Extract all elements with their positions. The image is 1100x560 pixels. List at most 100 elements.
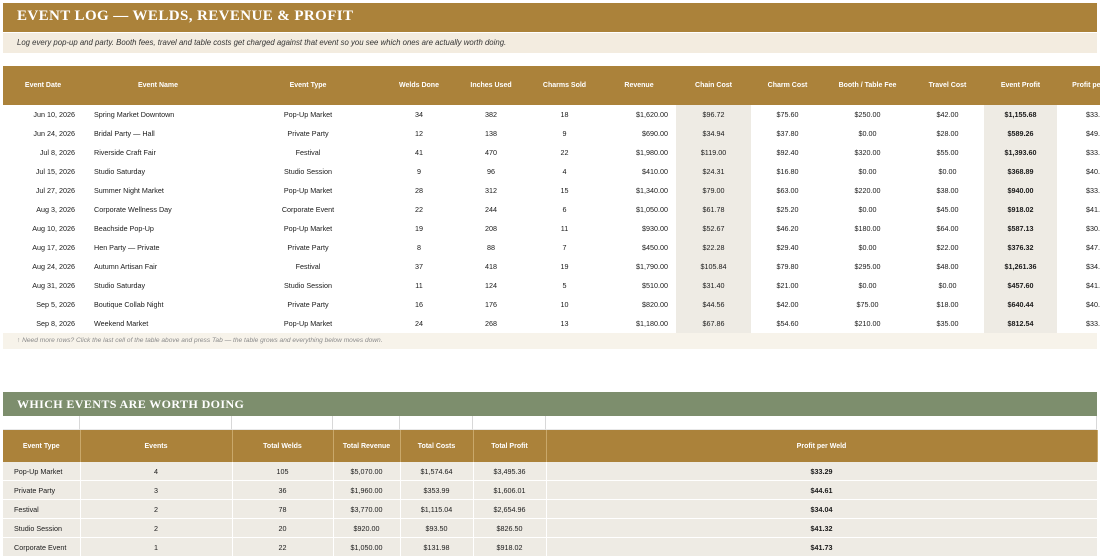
- table-cell[interactable]: Corporate Wellness Day: [83, 200, 233, 219]
- log-column-header[interactable]: Profit per Weld: [1057, 66, 1100, 105]
- table-cell[interactable]: 10: [527, 295, 602, 314]
- table-cell[interactable]: $450.00: [602, 238, 676, 257]
- table-cell[interactable]: 3: [80, 480, 233, 500]
- table-cell[interactable]: Jul 27, 2026: [3, 181, 83, 200]
- table-cell[interactable]: $376.32: [984, 238, 1057, 257]
- table-cell[interactable]: 244: [455, 200, 527, 219]
- summary-column-header[interactable]: Profit per Weld: [546, 430, 1098, 462]
- summary-column-header[interactable]: Total Costs: [400, 430, 474, 462]
- table-cell[interactable]: Autumn Artisan Fair: [83, 257, 233, 276]
- table-cell[interactable]: $16.80: [751, 162, 824, 181]
- table-cell[interactable]: $930.00: [602, 219, 676, 238]
- table-cell[interactable]: $21.00: [751, 276, 824, 295]
- table-cell[interactable]: $45.00: [911, 200, 984, 219]
- table-cell[interactable]: $44.56: [676, 295, 751, 314]
- table-cell[interactable]: $250.00: [824, 105, 911, 124]
- table-cell[interactable]: Boutique Collab Night: [83, 295, 233, 314]
- table-cell[interactable]: $46.20: [751, 219, 824, 238]
- table-cell[interactable]: 13: [527, 314, 602, 333]
- table-cell[interactable]: $1,115.04: [400, 499, 474, 519]
- table-cell[interactable]: $1,606.01: [473, 480, 547, 500]
- table-cell[interactable]: 19: [383, 219, 455, 238]
- table-cell[interactable]: Hen Party — Private: [83, 238, 233, 257]
- table-cell[interactable]: Studio Saturday: [83, 162, 233, 181]
- table-cell[interactable]: $690.00: [602, 124, 676, 143]
- table-cell[interactable]: $1,574.64: [400, 462, 474, 481]
- table-cell[interactable]: $3,770.00: [333, 499, 401, 519]
- table-cell[interactable]: Jul 8, 2026: [3, 143, 83, 162]
- table-cell[interactable]: 9: [383, 162, 455, 181]
- table-cell[interactable]: Aug 17, 2026: [3, 238, 83, 257]
- table-cell[interactable]: $40.99: [1057, 162, 1100, 181]
- table-cell[interactable]: Sep 5, 2026: [3, 295, 83, 314]
- table-cell[interactable]: 382: [455, 105, 527, 124]
- table-cell[interactable]: 470: [455, 143, 527, 162]
- table-cell[interactable]: $1,261.36: [984, 257, 1057, 276]
- table-cell[interactable]: Pop-Up Market: [233, 181, 383, 200]
- table-cell[interactable]: $24.31: [676, 162, 751, 181]
- table-cell[interactable]: $79.80: [751, 257, 824, 276]
- table-cell[interactable]: Private Party: [233, 124, 383, 143]
- summary-column-header[interactable]: Total Revenue: [333, 430, 401, 462]
- table-cell[interactable]: $457.60: [984, 276, 1057, 295]
- table-cell[interactable]: $22.28: [676, 238, 751, 257]
- table-cell[interactable]: $0.00: [911, 276, 984, 295]
- table-cell[interactable]: $220.00: [824, 181, 911, 200]
- table-cell[interactable]: $33.99: [1057, 105, 1100, 124]
- table-cell[interactable]: 268: [455, 314, 527, 333]
- table-cell[interactable]: $42.00: [751, 295, 824, 314]
- table-cell[interactable]: $0.00: [824, 238, 911, 257]
- table-cell[interactable]: Aug 3, 2026: [3, 200, 83, 219]
- table-cell[interactable]: $587.13: [984, 219, 1057, 238]
- table-cell[interactable]: 4: [527, 162, 602, 181]
- table-cell[interactable]: $353.99: [400, 480, 474, 500]
- table-cell[interactable]: $49.10: [1057, 124, 1100, 143]
- log-column-header[interactable]: Charms Sold: [527, 66, 602, 105]
- table-cell[interactable]: 4: [80, 462, 233, 481]
- table-cell[interactable]: Beachside Pop-Up: [83, 219, 233, 238]
- table-cell[interactable]: $210.00: [824, 314, 911, 333]
- table-cell[interactable]: $1,960.00: [333, 480, 401, 500]
- table-cell[interactable]: 7: [527, 238, 602, 257]
- table-cell[interactable]: $42.00: [911, 105, 984, 124]
- table-cell[interactable]: $41.32: [546, 518, 1098, 538]
- table-cell[interactable]: Pop-Up Market: [233, 219, 383, 238]
- table-cell[interactable]: 24: [383, 314, 455, 333]
- table-cell[interactable]: Sep 8, 2026: [3, 314, 83, 333]
- table-cell[interactable]: $67.86: [676, 314, 751, 333]
- table-cell[interactable]: $295.00: [824, 257, 911, 276]
- table-cell[interactable]: $368.89: [984, 162, 1057, 181]
- summary-column-header[interactable]: Total Profit: [473, 430, 547, 462]
- table-cell[interactable]: Festival: [3, 499, 81, 519]
- log-column-header[interactable]: Inches Used: [455, 66, 527, 105]
- table-cell[interactable]: $33.86: [1057, 314, 1100, 333]
- table-cell[interactable]: Corporate Event: [233, 200, 383, 219]
- table-cell[interactable]: $41.60: [1057, 276, 1100, 295]
- table-cell[interactable]: Jul 15, 2026: [3, 162, 83, 181]
- table-cell[interactable]: $33.99: [1057, 143, 1100, 162]
- log-column-header[interactable]: Event Date: [3, 66, 83, 105]
- table-cell[interactable]: $48.00: [911, 257, 984, 276]
- table-cell[interactable]: 1: [80, 537, 233, 557]
- table-cell[interactable]: $47.04: [1057, 238, 1100, 257]
- table-cell[interactable]: $918.02: [473, 537, 547, 557]
- log-column-header[interactable]: Revenue: [602, 66, 676, 105]
- table-cell[interactable]: 88: [455, 238, 527, 257]
- table-cell[interactable]: $37.80: [751, 124, 824, 143]
- table-cell[interactable]: $5,070.00: [333, 462, 401, 481]
- table-cell[interactable]: 418: [455, 257, 527, 276]
- table-cell[interactable]: 312: [455, 181, 527, 200]
- table-cell[interactable]: $31.40: [676, 276, 751, 295]
- table-cell[interactable]: 41: [383, 143, 455, 162]
- log-column-header[interactable]: Booth / Table Fee: [824, 66, 911, 105]
- table-cell[interactable]: $34.09: [1057, 257, 1100, 276]
- table-cell[interactable]: Pop-Up Market: [233, 105, 383, 124]
- table-cell[interactable]: $0.00: [824, 276, 911, 295]
- table-cell[interactable]: Private Party: [3, 480, 81, 500]
- table-cell[interactable]: $40.03: [1057, 295, 1100, 314]
- table-cell[interactable]: $1,050.00: [333, 537, 401, 557]
- table-cell[interactable]: $92.40: [751, 143, 824, 162]
- table-cell[interactable]: 28: [383, 181, 455, 200]
- table-cell[interactable]: $75.60: [751, 105, 824, 124]
- table-cell[interactable]: Weekend Market: [83, 314, 233, 333]
